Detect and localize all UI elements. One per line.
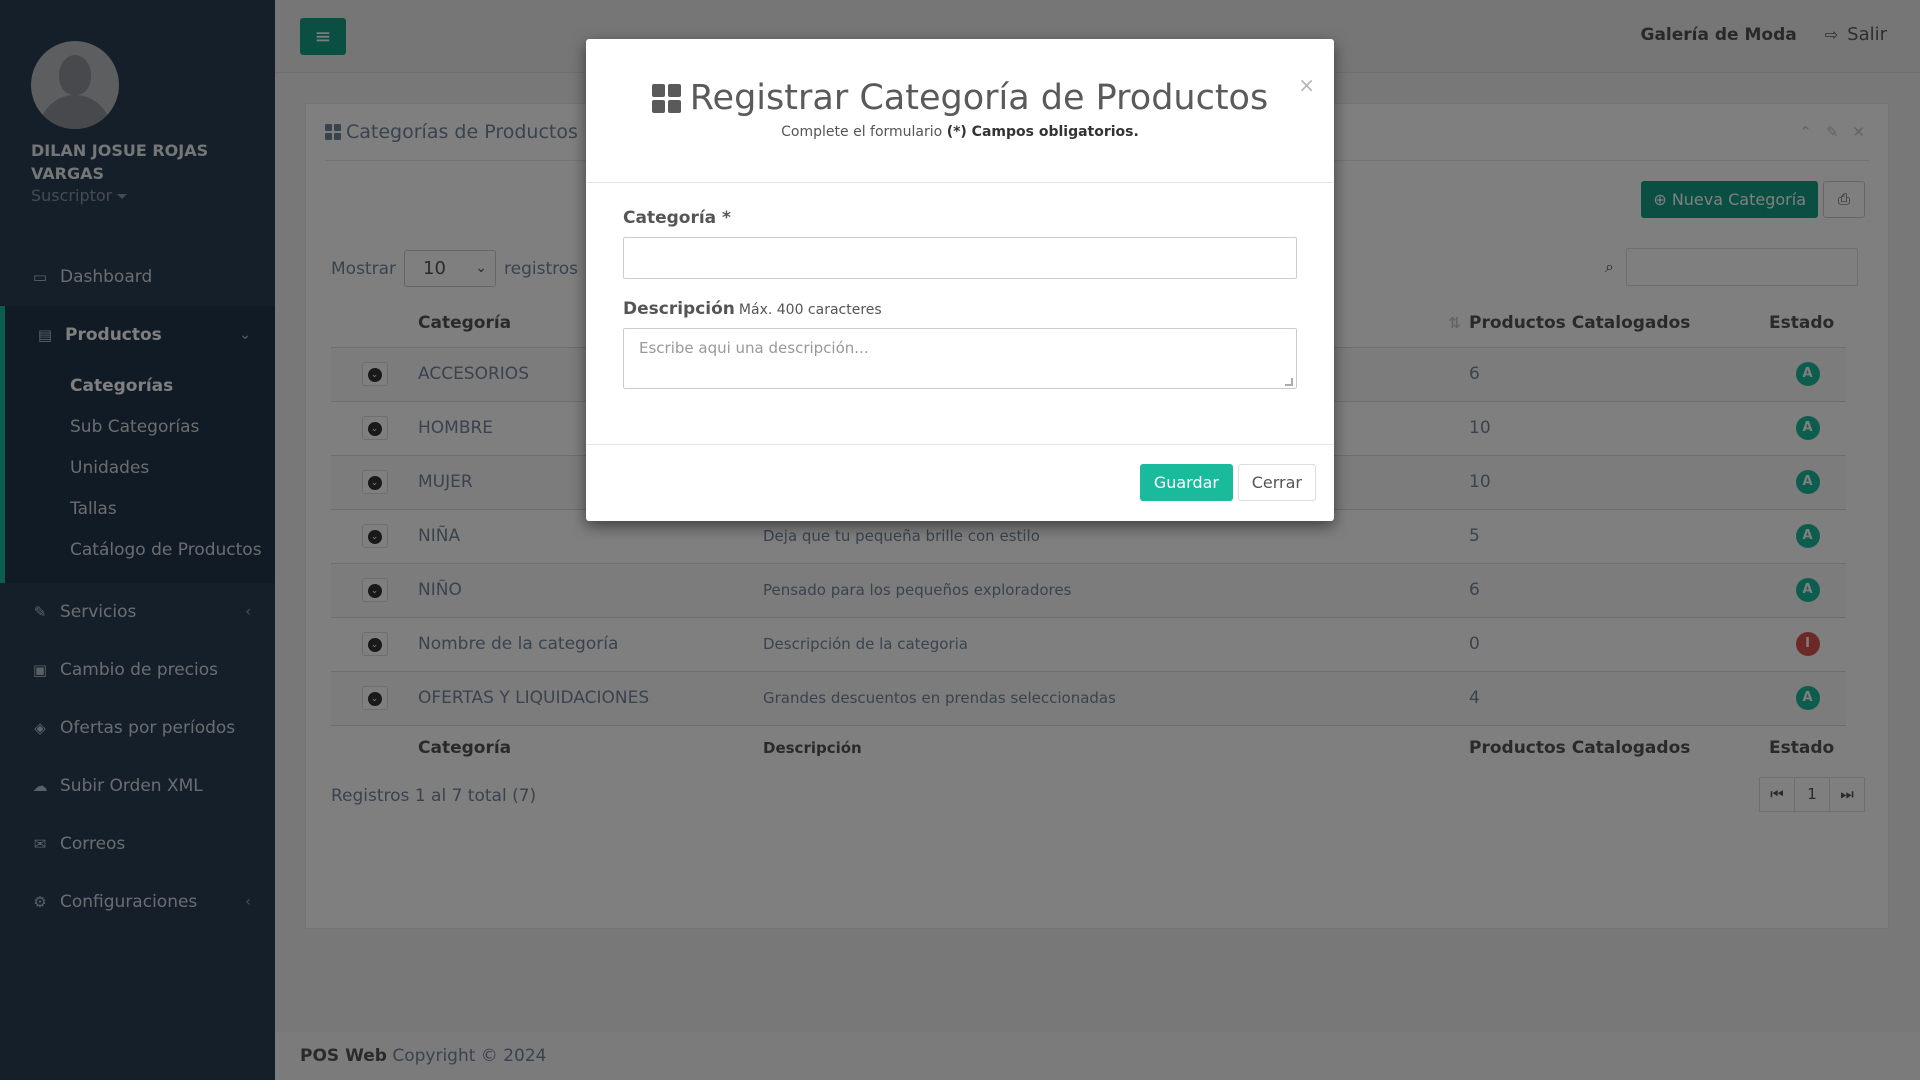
register-category-modal: Registrar Categoría de Productos Complet…	[586, 39, 1334, 521]
save-button[interactable]: Guardar	[1139, 464, 1233, 501]
description-label: Descripción Máx. 400 caracteres	[623, 299, 1297, 319]
description-textarea[interactable]: Escribe aqui una descripción...	[623, 328, 1297, 389]
resize-handle-icon[interactable]	[1285, 378, 1293, 386]
modal-subtitle-required: (*) Campos obligatorios.	[946, 124, 1139, 140]
description-placeholder: Escribe aqui una descripción...	[639, 339, 869, 357]
modal-footer: Guardar Cerrar	[586, 445, 1334, 521]
modal-title-text: Registrar Categoría de Productos	[689, 78, 1269, 118]
modal-title: Registrar Categoría de Productos	[586, 39, 1334, 118]
modal-subtitle: Complete el formulario (*) Campos obliga…	[586, 124, 1334, 140]
description-label-text: Descripción	[623, 299, 735, 319]
close-button[interactable]: Cerrar	[1237, 464, 1316, 501]
modal-subtitle-text: Complete el formulario	[781, 124, 943, 140]
modal-header: Registrar Categoría de Productos Complet…	[586, 39, 1334, 183]
th-large-icon	[651, 83, 681, 113]
modal-body: Categoría * Descripción Máx. 400 caracter…	[586, 183, 1334, 445]
description-hint: Máx. 400 caracteres	[738, 302, 882, 318]
category-input[interactable]	[623, 237, 1297, 279]
category-label: Categoría *	[623, 208, 731, 228]
modal-close-icon[interactable]: ×	[1298, 73, 1315, 97]
